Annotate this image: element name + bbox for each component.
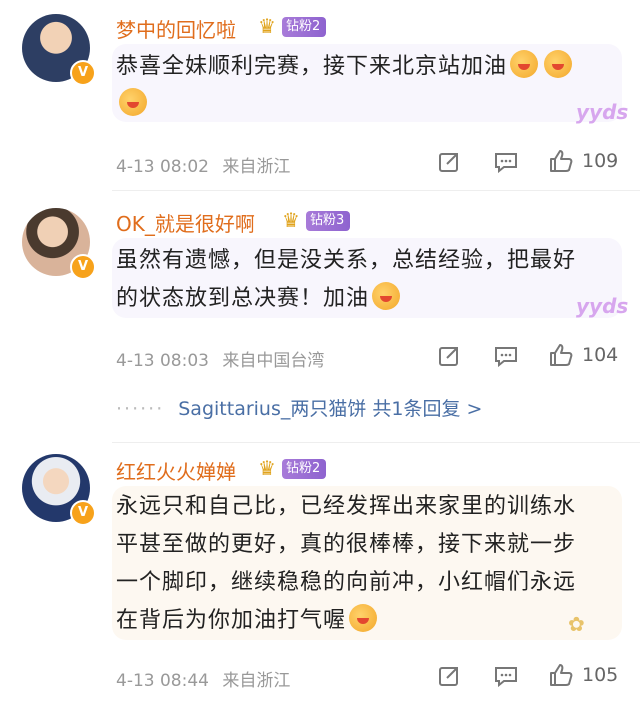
ellipsis-icon: ······ (116, 398, 165, 420)
like-button[interactable] (548, 148, 574, 174)
comment-meta: 4-13 08:02 来自浙江 (116, 152, 290, 177)
location: 来自中国台湾 (222, 351, 325, 371)
share-icon[interactable] (438, 345, 460, 367)
comment-item: V 梦中的回忆啦 ♛ 钻粉2 恭喜全妹顺利完赛，接下来北京站加油 yyds 4-… (0, 0, 640, 190)
comment-item: V OK_就是很好啊 ♛ 钻粉3 虽然有遗憾，但是没关系，总结经验，把最好 的状… (0, 190, 640, 442)
like-count: 109 (582, 150, 619, 172)
decoration-icon: ✿ (568, 612, 585, 636)
comment-text: 虽然有遗憾，但是没关系，总结经验，把最好 的状态放到总决赛！加油 (116, 242, 606, 318)
thumbs-up-icon (550, 344, 573, 366)
comment-icon[interactable] (494, 665, 518, 687)
reply-summary-text[interactable]: Sagittarius_两只猫饼 共1条回复 > (178, 398, 482, 420)
comment-item: V 红红火火婵婵 ♛ 钻粉2 永远只和自己比，已经发挥出来家里的训练水 平甚至做… (0, 442, 640, 702)
comment-meta: 4-13 08:03 来自中国台湾 (116, 346, 324, 371)
crown-icon: ♛ (258, 456, 276, 480)
crown-icon: ♛ (282, 208, 300, 232)
like-count: 105 (582, 664, 619, 686)
comment-text: 恭喜全妹顺利完赛，接下来北京站加油 (116, 48, 606, 124)
like-button[interactable] (548, 662, 574, 688)
thumbs-up-icon (550, 150, 573, 172)
like-button[interactable] (548, 342, 574, 368)
verified-badge-icon: V (70, 500, 96, 526)
thumbs-up-icon (550, 664, 573, 686)
decoration-icon: yyds (576, 100, 629, 124)
kiss-emoji-icon (510, 50, 539, 78)
verified-badge-icon: V (70, 254, 96, 280)
comment-icon[interactable] (494, 345, 518, 367)
comment-text-line: 的状态放到总决赛！加油 (116, 286, 370, 311)
fan-badge: 钻粉2 (282, 17, 327, 37)
verified-badge-icon: V (70, 60, 96, 86)
kiss-emoji-icon (119, 88, 147, 116)
fan-badge: 钻粉3 (306, 211, 351, 231)
share-icon[interactable] (438, 151, 460, 173)
heart-eyes-emoji-icon (372, 282, 401, 310)
comment-text-line: 一个脚印，继续稳稳的向前冲，小红帽们永远 (116, 570, 577, 595)
username[interactable]: 梦中的回忆啦 (116, 14, 236, 43)
timestamp: 4-13 08:02 (116, 157, 209, 177)
username[interactable]: 红红火火婵婵 (116, 456, 236, 485)
comment-text-line: 虽然有遗憾，但是没关系，总结经验，把最好 (116, 248, 577, 273)
location: 来自浙江 (222, 157, 291, 177)
location: 来自浙江 (222, 671, 291, 691)
comment-text-line: 在背后为你加油打气喔 (116, 608, 347, 633)
fan-badge: 钻粉2 (282, 459, 327, 479)
share-icon[interactable] (438, 665, 460, 687)
comment-text: 永远只和自己比，已经发挥出来家里的训练水 平甚至做的更好，真的很棒棒，接下来就一… (116, 488, 606, 640)
username[interactable]: OK_就是很好啊 (116, 208, 255, 237)
heart-eyes-emoji-icon (349, 604, 378, 632)
like-count: 104 (582, 344, 619, 366)
comment-text-line: 永远只和自己比，已经发挥出来家里的训练水 (116, 494, 577, 519)
timestamp: 4-13 08:03 (116, 351, 209, 371)
reply-summary-link[interactable]: ······ Sagittarius_两只猫饼 共1条回复 > (116, 394, 482, 421)
comment-icon[interactable] (494, 151, 518, 173)
timestamp: 4-13 08:44 (116, 671, 209, 691)
decoration-icon: yyds (576, 294, 629, 318)
crown-icon: ♛ (258, 14, 276, 38)
comment-text-line: 恭喜全妹顺利完赛，接下来北京站加油 (116, 54, 508, 79)
comment-meta: 4-13 08:44 来自浙江 (116, 666, 290, 691)
kiss-emoji-icon (544, 50, 573, 78)
comment-text-line: 平甚至做的更好，真的很棒棒，接下来就一步 (116, 532, 577, 557)
